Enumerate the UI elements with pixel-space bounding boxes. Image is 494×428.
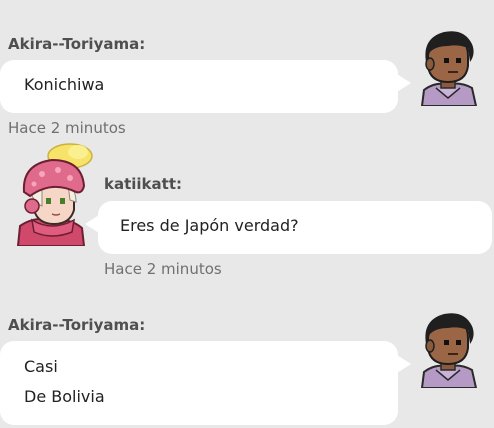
bubble-tail [397,74,411,92]
chat-thread: Akira--Toriyama: Konichiwa Hace 2 minuto… [0,0,494,428]
bubble-tail [85,215,99,233]
male-avatar-icon[interactable] [414,26,484,106]
male-avatar-icon[interactable] [414,308,484,388]
message-text: Eres de Japón verdad? [120,216,299,235]
message-bubble: Casi De Bolivia [0,341,411,425]
message-username[interactable]: katiikatt: [104,175,182,193]
message-username[interactable]: Akira--Toriyama: [8,35,145,53]
message-text: Konichiwa [24,75,105,94]
message-timestamp: Hace 2 minutos [104,260,222,278]
bubble-tail [397,355,411,373]
message-username[interactable]: Akira--Toriyama: [8,316,145,334]
message-text: De Bolivia [24,387,105,406]
female-avatar-pink-hat-icon[interactable] [12,140,96,246]
message-text: Casi [24,357,58,376]
message-bubble: Konichiwa [0,60,411,113]
message-timestamp: Hace 2 minutos [8,119,126,137]
message-bubble: Eres de Japón verdad? [85,201,492,254]
